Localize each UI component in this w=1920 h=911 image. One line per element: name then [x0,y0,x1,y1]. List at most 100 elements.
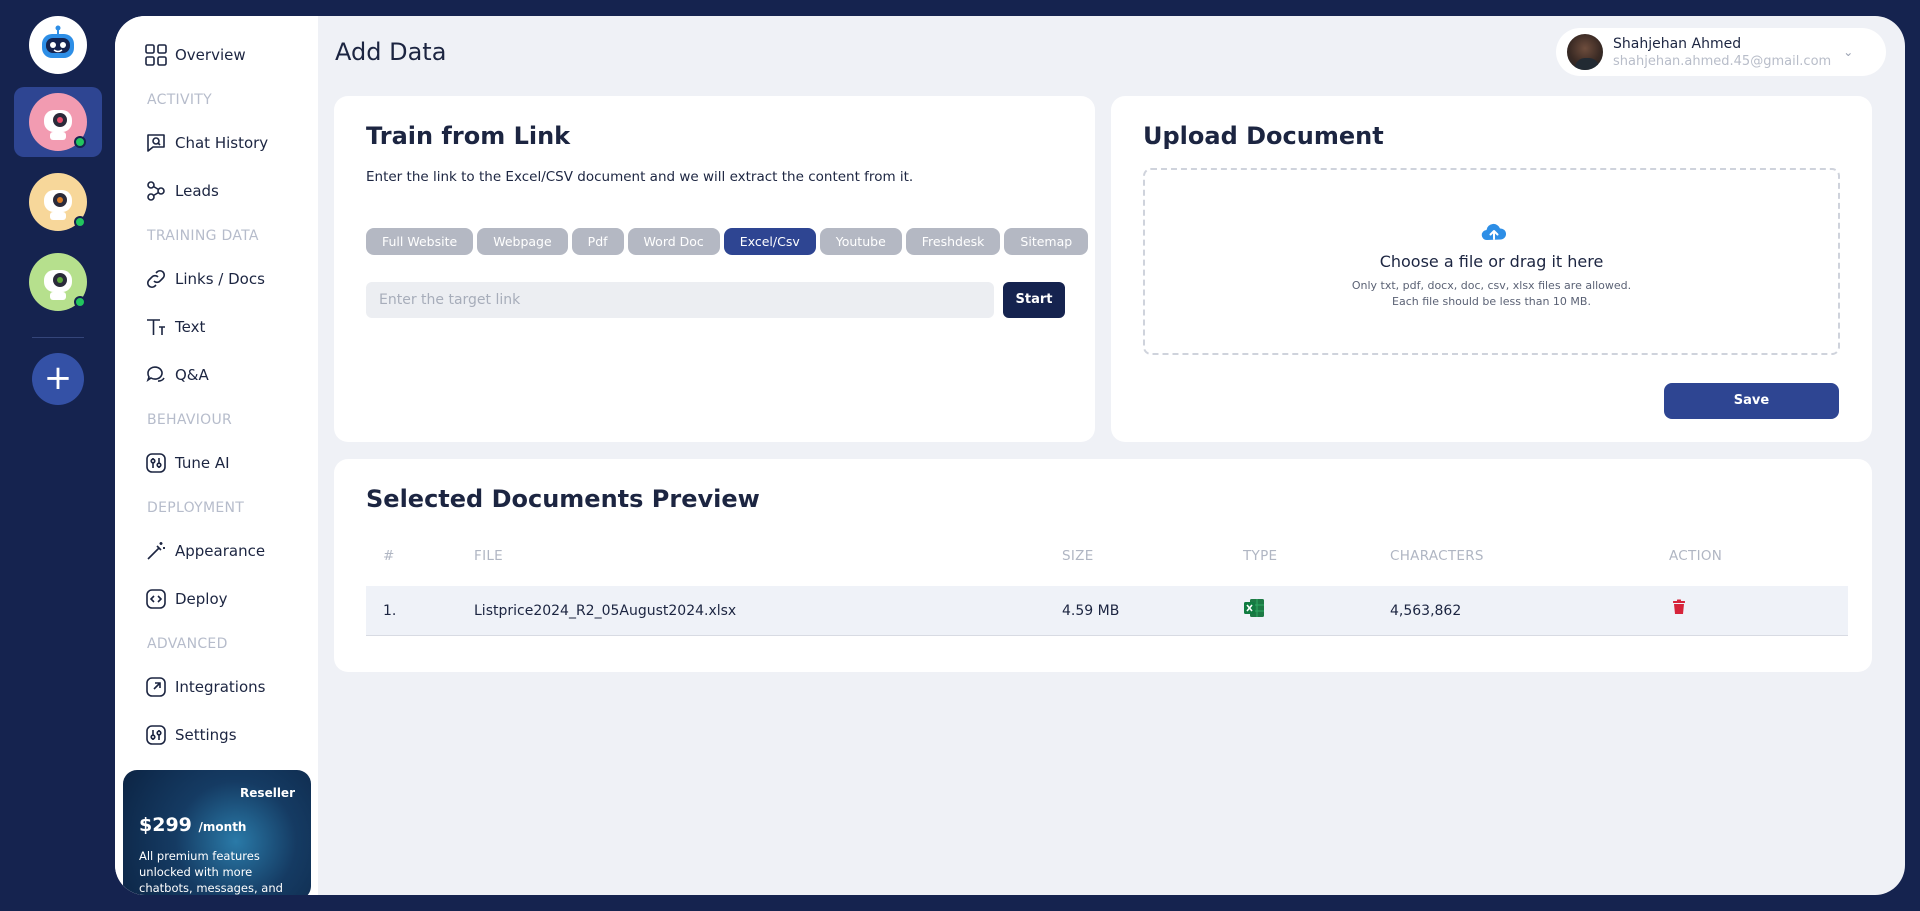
cloud-upload-icon [1481,223,1507,241]
sidebar-item-integrations[interactable]: Integrations [145,676,265,698]
sidebar-item-label: Deploy [175,590,228,608]
save-button[interactable]: Save [1664,383,1839,419]
table-row: 1. Listprice2024_R2_05August2024.xlsx 4.… [366,586,1848,636]
sidebar-item-label: Integrations [175,678,266,696]
sidebar-item-leads[interactable]: Leads [145,180,219,202]
card-title: Train from Link [366,122,571,150]
bot-rail: + [0,0,115,911]
text-icon [147,319,165,335]
grid-icon [145,44,167,66]
sidebar-item-label: Appearance [175,542,266,560]
sidebar-item-overview[interactable]: Overview [145,44,246,66]
sidebar-item-label: Q&A [175,366,209,384]
plus-icon: + [43,358,73,398]
tab-word-doc[interactable]: Word Doc [627,228,720,255]
row-file-name: Listprice2024_R2_05August2024.xlsx [474,603,737,619]
code-file-icon [146,589,166,609]
app-logo[interactable] [29,16,87,74]
online-status-dot [74,296,86,308]
sidebar-item-label: Links / Docs [175,270,265,288]
page-title: Add Data [335,38,447,66]
promo-tag: Reseller [240,786,295,800]
user-name: Shahjehan Ahmed [1613,35,1742,52]
user-info: Shahjehan Ahmed shahjehan.ahmed.45@gmail… [1613,36,1831,69]
section-heading-deployment: DEPLOYMENT [147,500,245,516]
start-button[interactable]: Start [1003,282,1065,318]
add-bot-button[interactable]: + [32,353,84,405]
train-link-hint: Enter the link to the Excel/CSV document… [366,169,914,185]
sidebar-item-deploy[interactable]: Deploy [145,588,228,610]
online-status-dot [74,216,86,228]
settings-sliders-icon [146,725,166,745]
sliders-icon [146,453,166,473]
dropzone-hint-types: Only txt, pdf, docx, doc, csv, xlsx file… [1351,279,1632,292]
promo-price: $299 /month [139,814,246,836]
sidebar-item-label: Settings [175,726,237,744]
tab-sitemap[interactable]: Sitemap [1004,228,1089,255]
robot-logo-icon [42,25,74,58]
online-status-dot [74,136,86,148]
column-header-file: FILE [474,548,503,564]
sidebar-item-chat-history[interactable]: Chat History [145,132,268,154]
file-dropzone[interactable]: Choose a file or drag it here Only txt, … [1143,168,1840,355]
tab-full-website[interactable]: Full Website [366,228,474,255]
sidebar: Overview ACTIVITY Chat History Leads TRA… [115,16,318,895]
sidebar-item-label: Leads [175,182,219,200]
section-heading-advanced: ADVANCED [147,636,228,652]
column-header-action: ACTION [1669,548,1723,564]
user-email: shahjehan.ahmed.45@gmail.com [1613,53,1832,69]
section-heading-activity: ACTIVITY [147,92,212,108]
dropzone-hint: Only txt, pdf, docx, doc, csv, xlsx file… [1145,278,1838,310]
sidebar-item-label: Tune AI [175,454,230,472]
chevron-down-icon[interactable]: ⌄ [1843,45,1853,59]
sidebar-item-label: Chat History [175,134,269,152]
bot-avatar-yellow[interactable] [29,173,87,231]
column-header-num: # [383,548,395,564]
tab-pdf[interactable]: Pdf [571,228,624,255]
sidebar-item-links-docs[interactable]: Links / Docs [145,268,265,290]
sidebar-item-appearance[interactable]: Appearance [145,540,265,562]
section-heading-behaviour: BEHAVIOUR [147,412,233,428]
card-title: Upload Document [1143,122,1384,150]
reseller-promo-card[interactable]: Reseller $299 /month All premium feature… [123,770,311,895]
robot-icon [44,190,72,220]
tab-excel-csv[interactable]: Excel/Csv [723,228,816,255]
main-shell: Overview ACTIVITY Chat History Leads TRA… [115,16,1905,895]
column-header-size: SIZE [1062,548,1094,564]
tab-webpage[interactable]: Webpage [477,228,568,255]
tab-freshdesk[interactable]: Freshdesk [905,228,1001,255]
robot-icon [44,110,72,140]
column-header-type: TYPE [1243,548,1278,564]
sidebar-item-label: Text [175,318,206,336]
trash-icon[interactable] [1672,599,1686,615]
sidebar-item-text[interactable]: Text [145,316,205,338]
promo-price-value: $299 [139,814,192,836]
chat-bubbles-icon [146,366,165,382]
avatar [1565,32,1605,72]
bot-avatar-green[interactable] [29,253,87,311]
upload-document-card: Upload Document Choose a file or drag it… [1111,96,1872,442]
sidebar-item-label: Overview [175,46,246,64]
users-network-icon [147,181,165,201]
dropzone-title: Choose a file or drag it here [1379,252,1604,271]
chat-search-icon [147,134,165,152]
external-link-icon [146,677,166,697]
target-link-input[interactable] [366,282,994,318]
sidebar-item-tune-ai[interactable]: Tune AI [145,452,230,474]
robot-icon [44,270,72,300]
excel-icon [1244,599,1264,617]
source-type-tabs: Full Website Webpage Pdf Word Doc Excel/Csv Y… [366,228,1089,255]
sidebar-item-qa[interactable]: Q&A [145,364,209,386]
link-icon [146,269,166,289]
bot-avatar-pink[interactable] [29,93,87,151]
column-header-characters: CHARACTERS [1390,548,1484,564]
promo-description: All premium features unlocked with more … [139,849,283,895]
row-file-size: 4.59 MB [1062,603,1120,619]
tab-youtube[interactable]: Youtube [819,228,902,255]
sidebar-item-settings[interactable]: Settings [145,724,237,746]
user-menu[interactable]: Shahjehan Ahmed shahjehan.ahmed.45@gmail… [1556,28,1886,76]
section-heading-training: TRAINING DATA [147,228,259,244]
documents-preview-card: Selected Documents Preview # FILE SIZE T… [334,459,1872,672]
magic-wand-icon [147,542,165,560]
row-characters: 4,563,862 [1390,603,1462,619]
